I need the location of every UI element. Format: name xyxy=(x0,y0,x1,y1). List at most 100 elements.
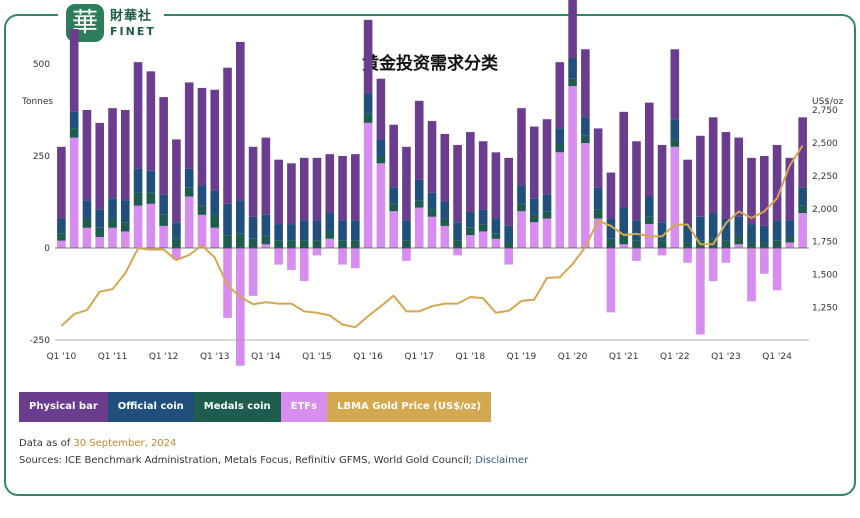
bar-official-coin xyxy=(133,168,143,193)
legend-item[interactable]: LBMA Gold Price (US$/oz) xyxy=(327,392,492,422)
bar-medals-coin xyxy=(798,205,807,214)
bar-physical-bar xyxy=(427,121,437,193)
bar-physical-bar xyxy=(657,144,667,223)
bar-physical-bar xyxy=(632,141,641,221)
bar-official-coin xyxy=(517,185,526,204)
bar-etfs xyxy=(414,207,424,248)
legend-item[interactable]: Official coin xyxy=(107,392,194,422)
bar-physical-bar xyxy=(82,110,92,201)
bar-medals-coin xyxy=(57,233,66,241)
x-tick-label: Q1 '18 xyxy=(456,352,486,362)
bar-etfs xyxy=(440,225,450,248)
bar-official-coin xyxy=(414,179,424,201)
bar-official-coin xyxy=(542,194,552,212)
bar-medals-coin xyxy=(785,236,795,243)
left-tick-label: 500 xyxy=(33,60,50,70)
bar-official-coin xyxy=(504,225,513,243)
x-tick-label: Q1 '20 xyxy=(558,352,588,362)
bar-official-coin xyxy=(619,207,629,234)
left-tick-label: 250 xyxy=(33,152,50,162)
disclaimer-link[interactable]: Disclaimer xyxy=(475,455,528,466)
bar-medals-coin xyxy=(69,128,79,138)
x-tick-label: Q1 '19 xyxy=(507,352,537,362)
bar-medals-coin xyxy=(657,240,667,248)
bar-etfs xyxy=(236,248,245,366)
bar-etfs xyxy=(69,137,79,248)
right-tick-label: 2,000 xyxy=(812,205,838,215)
bar-medals-coin xyxy=(581,135,590,144)
bar-physical-bar xyxy=(389,124,398,188)
bar-physical-bar xyxy=(146,71,156,171)
bar-medals-coin xyxy=(236,233,245,248)
bar-etfs xyxy=(146,203,156,248)
bar-medals-coin xyxy=(82,218,92,228)
bar-physical-bar xyxy=(606,172,616,219)
bar-medals-coin xyxy=(440,218,450,226)
bar-etfs xyxy=(568,86,577,248)
bar-medals-coin xyxy=(414,200,424,208)
bar-etfs xyxy=(657,248,667,256)
bar-medals-coin xyxy=(747,242,756,248)
bar-official-coin xyxy=(568,58,577,79)
bar-etfs xyxy=(734,244,744,248)
bar-physical-bar xyxy=(644,102,654,197)
data-as-of: Data as of 30 September, 2024 xyxy=(19,438,176,449)
bar-medals-coin xyxy=(517,203,526,212)
bar-official-coin xyxy=(172,222,181,239)
bar-official-coin xyxy=(466,211,475,228)
legend-item[interactable]: Medals coin xyxy=(193,392,281,422)
x-tick-label: Q1 '16 xyxy=(353,352,383,362)
bar-official-coin xyxy=(351,220,360,241)
bar-physical-bar xyxy=(57,146,66,219)
bar-official-coin xyxy=(696,216,705,241)
bar-medals-coin xyxy=(644,216,654,225)
bar-medals-coin xyxy=(593,209,603,219)
bar-physical-bar xyxy=(172,139,181,223)
bar-etfs xyxy=(184,196,194,248)
bar-physical-bar xyxy=(759,156,769,226)
bar-medals-coin xyxy=(299,240,309,248)
bar-etfs xyxy=(210,227,220,248)
bar-etfs xyxy=(287,248,296,271)
bar-official-coin xyxy=(632,220,641,241)
bar-etfs xyxy=(197,214,207,248)
bar-official-coin xyxy=(210,190,220,215)
sources-line: Sources: ICE Benchmark Administration, M… xyxy=(19,455,528,466)
bar-physical-bar xyxy=(261,137,271,215)
bar-official-coin xyxy=(363,93,373,114)
x-tick-label: Q1 '12 xyxy=(149,352,179,362)
bar-official-coin xyxy=(427,192,437,210)
x-tick-label: Q1 '13 xyxy=(200,352,230,362)
bar-medals-coin xyxy=(274,240,283,248)
bar-official-coin xyxy=(670,119,680,140)
bar-etfs xyxy=(376,163,386,248)
bar-medals-coin xyxy=(172,238,181,248)
bar-etfs xyxy=(312,248,322,256)
sources-text: Sources: ICE Benchmark Administration, M… xyxy=(19,455,473,466)
bar-physical-bar xyxy=(274,159,283,225)
data-as-of-label: Data as of xyxy=(19,438,71,449)
left-tick-label: 0 xyxy=(44,244,50,254)
bar-official-coin xyxy=(708,213,718,239)
bar-official-coin xyxy=(248,216,258,239)
x-tick-label: Q1 '22 xyxy=(660,352,690,362)
bar-medals-coin xyxy=(759,242,769,248)
bar-physical-bar xyxy=(312,157,322,221)
right-tick-label: 1,500 xyxy=(812,271,838,281)
bar-medals-coin xyxy=(261,235,271,245)
bar-physical-bar xyxy=(453,144,462,223)
bar-etfs xyxy=(542,218,552,248)
bar-etfs xyxy=(683,248,692,263)
bar-physical-bar xyxy=(197,87,207,186)
bar-medals-coin xyxy=(529,214,539,223)
bar-etfs xyxy=(504,248,513,265)
bar-medals-coin xyxy=(95,227,105,237)
bar-medals-coin xyxy=(734,236,744,245)
bar-etfs xyxy=(325,238,335,248)
bar-official-coin xyxy=(785,220,795,237)
bar-etfs xyxy=(133,205,143,248)
legend-item[interactable]: ETFs xyxy=(280,392,328,422)
legend-item[interactable]: Physical bar xyxy=(19,392,108,422)
bar-medals-coin xyxy=(223,235,232,248)
x-tick-label: Q1 '24 xyxy=(762,352,792,362)
